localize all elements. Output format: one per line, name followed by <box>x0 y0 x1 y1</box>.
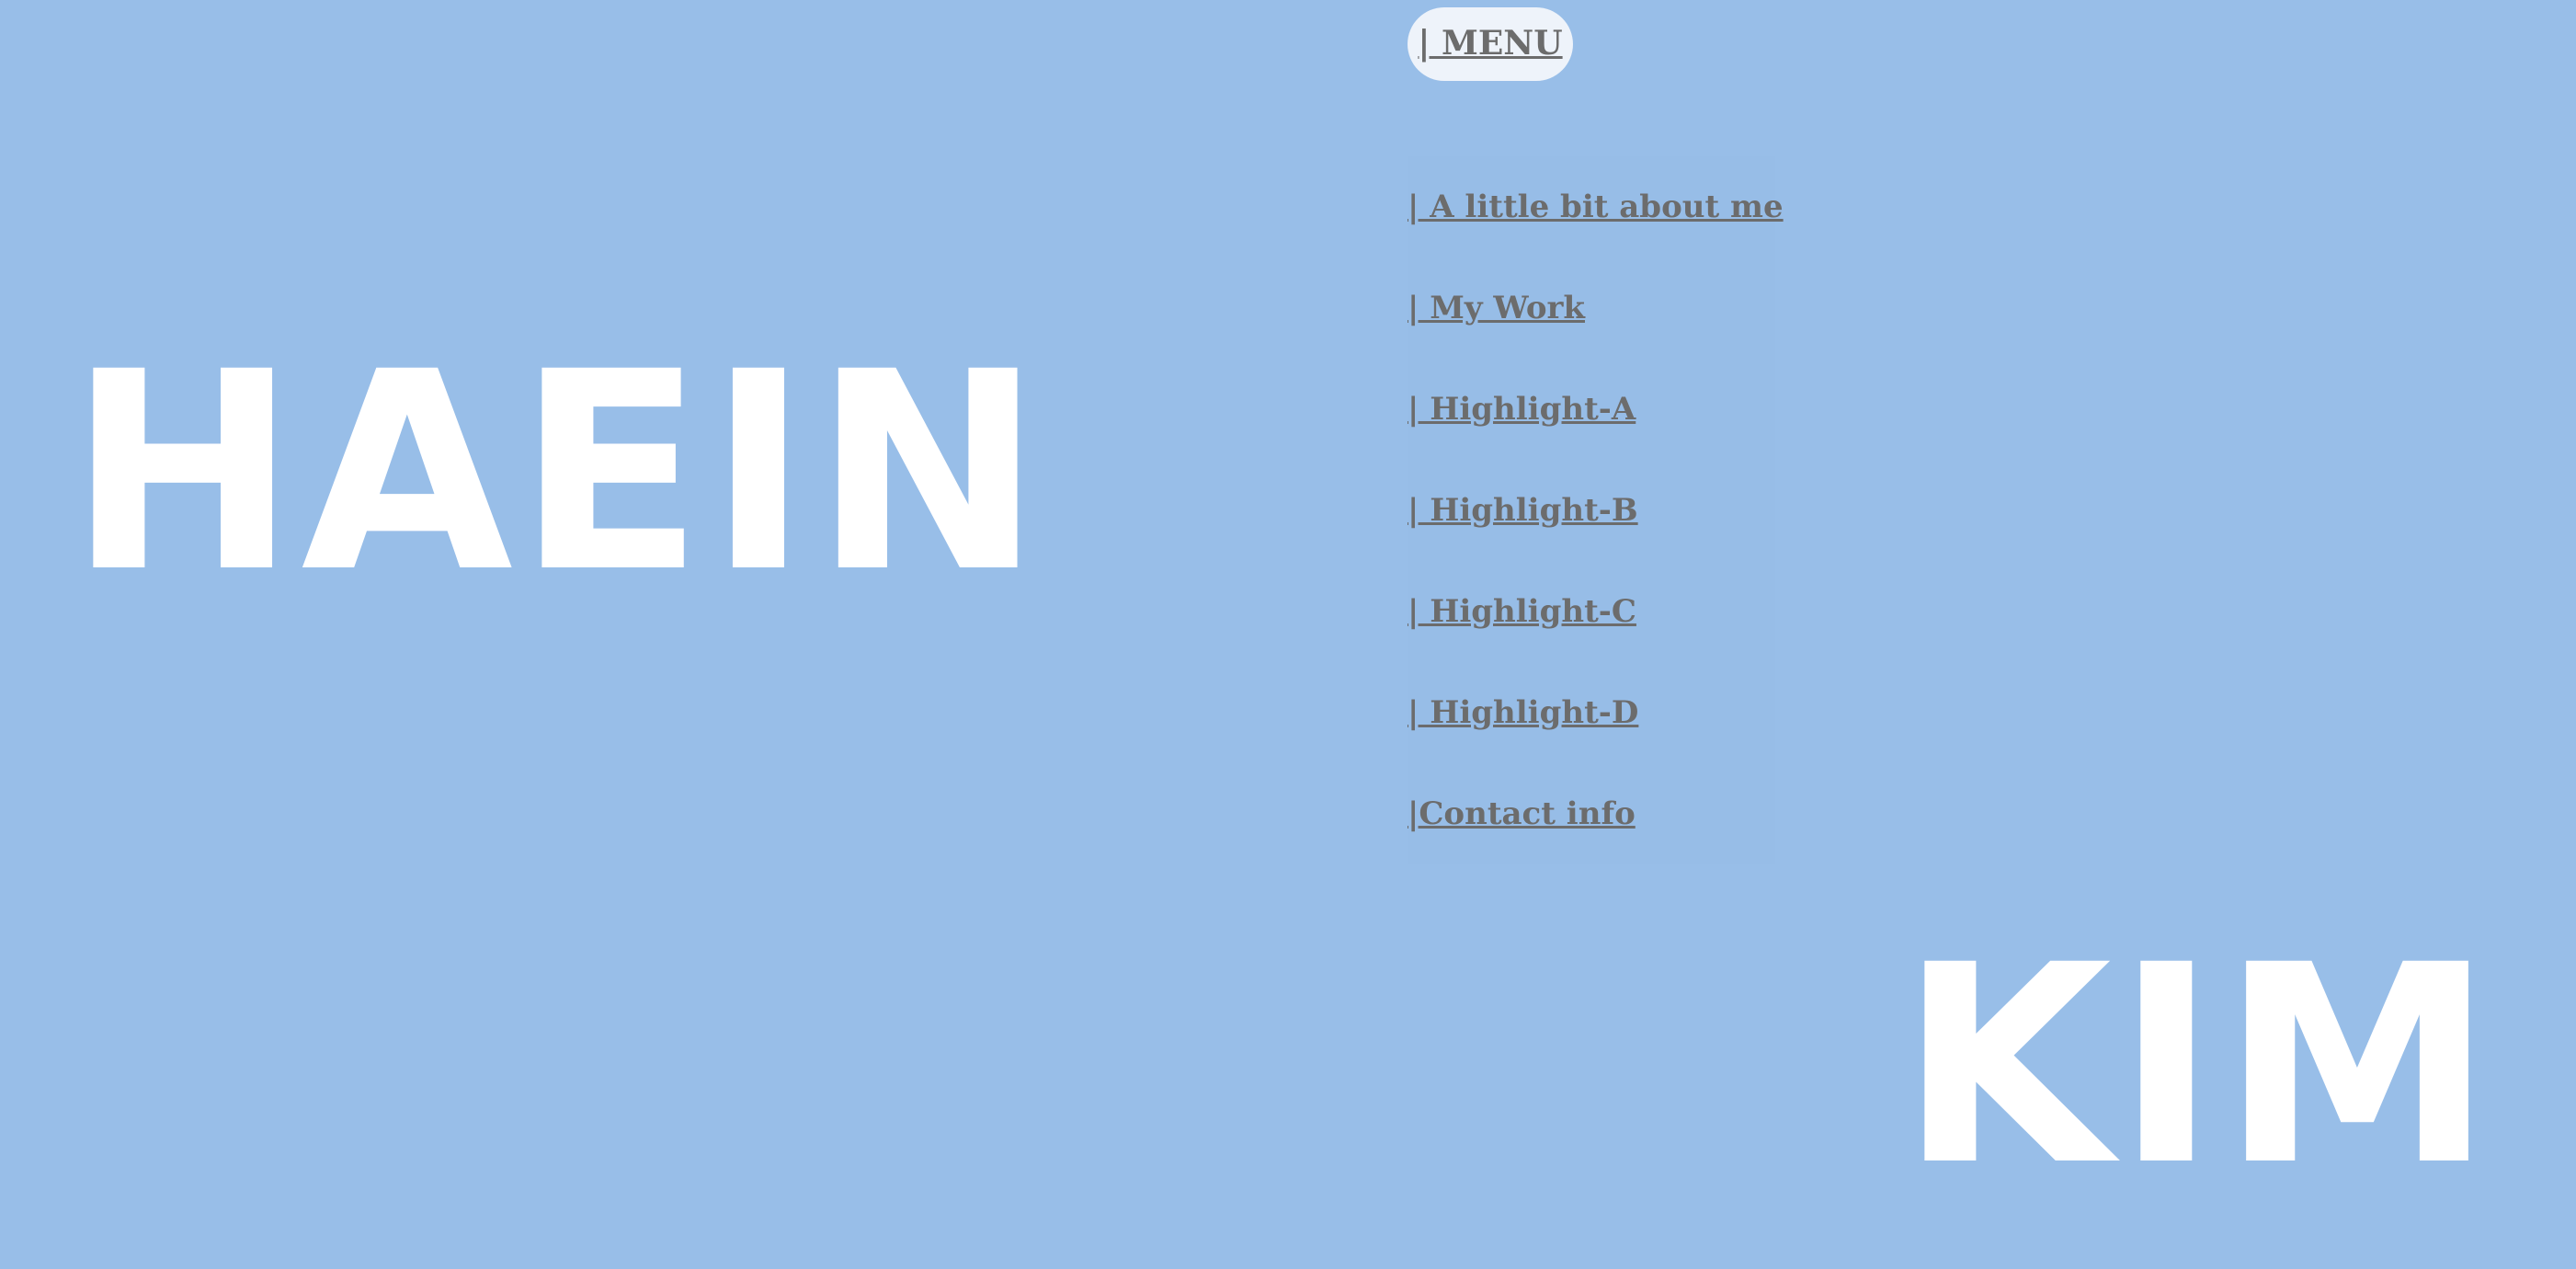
nav-item-highlight-b-label: | Highlight-B <box>1408 492 1638 529</box>
menu-toggle-button[interactable]: | MENU <box>1408 7 1573 81</box>
nav-item-contact[interactable]: |Contact info <box>1408 763 1775 864</box>
nav-item-about-label: | A little bit about me <box>1408 189 1784 225</box>
nav-menu: | A little bit about me | My Work | High… <box>1408 156 1784 864</box>
hero-last-name: KIM <box>1899 907 2498 1226</box>
nav-item-highlight-d[interactable]: | Highlight-D <box>1408 662 1775 763</box>
nav-item-about[interactable]: | A little bit about me <box>1408 156 1784 257</box>
hero-first-name: HAEIN <box>68 314 1046 633</box>
nav-item-highlight-c[interactable]: | Highlight-C <box>1408 561 1775 662</box>
nav-item-my-work-label: | My Work <box>1408 290 1585 326</box>
nav-item-highlight-c-label: | Highlight-C <box>1408 593 1636 630</box>
nav-item-my-work[interactable]: | My Work <box>1408 257 1775 359</box>
nav-item-highlight-a[interactable]: | Highlight-A <box>1408 359 1775 460</box>
nav-item-contact-label: |Contact info <box>1408 795 1636 832</box>
nav-item-highlight-d-label: | Highlight-D <box>1408 694 1639 731</box>
nav-item-highlight-a-label: | Highlight-A <box>1408 391 1636 428</box>
menu-toggle-label: | MENU <box>1418 24 1563 63</box>
nav-item-highlight-b[interactable]: | Highlight-B <box>1408 460 1775 561</box>
